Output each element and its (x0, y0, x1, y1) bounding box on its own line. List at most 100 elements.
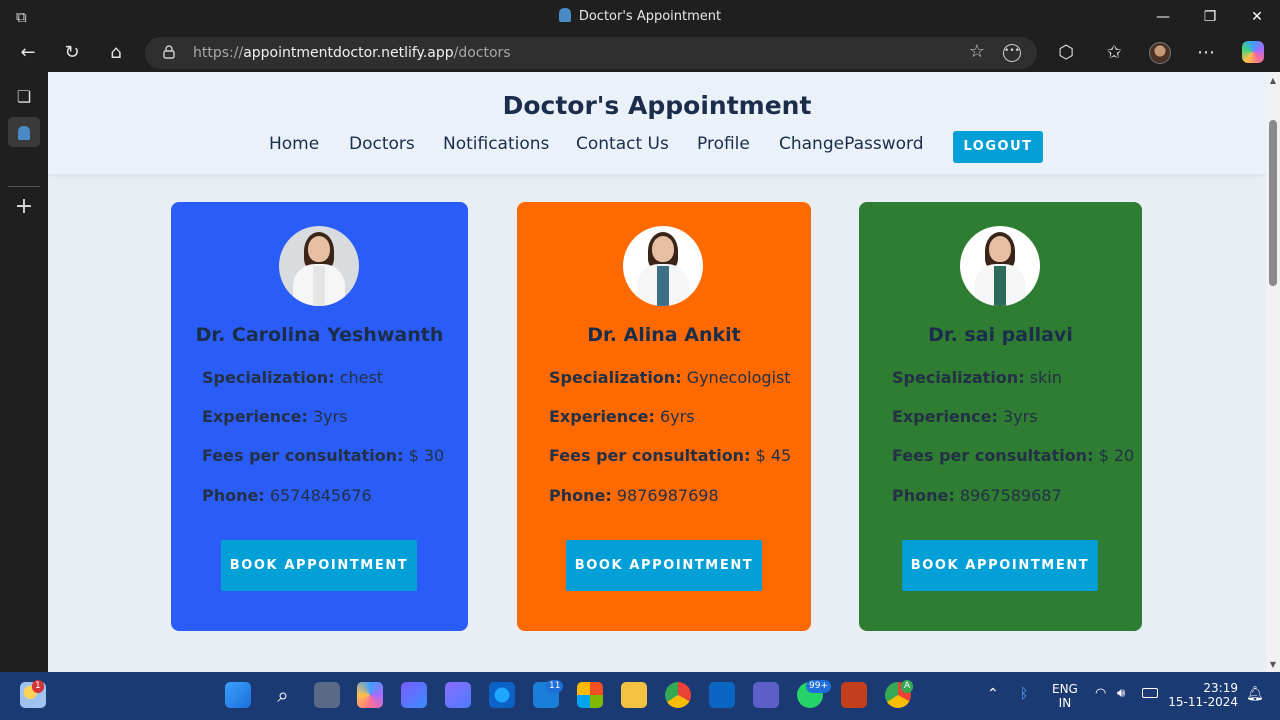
doctor-phone: Phone: 9876987698 (549, 486, 719, 505)
experience-value: 3yrs (1003, 407, 1038, 426)
nav-doctors[interactable]: Doctors (349, 134, 415, 154)
url-text[interactable]: https://appointmentdoctor.netlify.app/do… (193, 37, 511, 69)
back-arrow-icon[interactable]: ← (13, 38, 43, 68)
windows-taskbar: 1 ⌕ 11 99+ A ⌃ ᛒ ENG IN ◠ 🔊︎ 23:19 15-11-2… (0, 672, 1280, 720)
window-title: Doctor's Appointment (0, 0, 1280, 34)
phone-label: Phone: (892, 486, 955, 505)
extensions-icon[interactable]: ⬡ (1051, 38, 1081, 68)
favorites-icon[interactable]: ✩ (1099, 38, 1129, 68)
lock-icon[interactable] (163, 45, 175, 59)
tab-actions-icon[interactable]: ❏ (8, 82, 40, 112)
page-viewport: Doctor's Appointment Home Doctors Notifi… (48, 72, 1266, 672)
scroll-up-icon[interactable]: ▲ (1268, 76, 1278, 86)
nav-notifications[interactable]: Notifications (443, 134, 549, 154)
doctor-card: Dr. Carolina Yeshwanth Specialization: c… (171, 202, 468, 631)
nav-home[interactable]: Home (269, 134, 319, 154)
book-appointment-button[interactable]: BOOK APPOINTMENT (566, 540, 762, 591)
book-appointment-button[interactable]: BOOK APPOINTMENT (902, 540, 1098, 591)
edge-browser-icon[interactable] (489, 682, 515, 708)
settings-more-icon[interactable]: ⋯ (1191, 38, 1221, 68)
nav-contact-us[interactable]: Contact Us (576, 134, 669, 154)
doctor-card: Dr. Alina Ankit Specialization: Gynecolo… (517, 202, 811, 631)
store-icon[interactable] (577, 682, 603, 708)
page-scrollbar[interactable]: ▲ ▼ (1266, 72, 1280, 672)
home-icon[interactable]: ⌂ (101, 38, 131, 68)
favorite-star-icon[interactable]: ☆ (969, 41, 985, 62)
doctor-fees: Fees per consultation: $ 30 (202, 446, 444, 465)
clock-time: 23:19 (1203, 681, 1238, 695)
restore-icon[interactable]: ❐ (1187, 0, 1233, 34)
logout-button[interactable]: LOGOUT (953, 131, 1043, 163)
doctor-name: Dr. sai pallavi (928, 324, 1073, 346)
window-title-text: Doctor's Appointment (578, 9, 722, 24)
specialization-label: Specialization: (202, 368, 335, 387)
doctor-card: Dr. sai pallavi Specialization: skin Exp… (859, 202, 1142, 631)
doctor-name: Dr. Alina Ankit (587, 324, 741, 346)
notifications-bell-icon[interactable]: 🔔︎ (1246, 686, 1264, 702)
tray-chevron-icon[interactable]: ⌃ (987, 686, 999, 702)
new-tab-plus-icon[interactable]: + (8, 192, 40, 222)
language-code: ENG (1052, 682, 1078, 696)
scrollbar-thumb[interactable] (1269, 120, 1277, 286)
minimize-icon[interactable]: — (1140, 0, 1186, 34)
clock[interactable]: 23:19 15-11-2024 (1168, 681, 1238, 709)
doctor-specialization: Specialization: Gynecologist (549, 368, 791, 387)
page-actions-icon[interactable]: ••• (1003, 44, 1021, 62)
nav-profile[interactable]: Profile (697, 134, 750, 154)
app-icon-2[interactable] (445, 682, 471, 708)
active-tab-doctor-icon[interactable] (8, 117, 40, 147)
profile-avatar[interactable] (1149, 42, 1171, 64)
phone-label: Phone: (202, 486, 265, 505)
search-icon[interactable]: ⌕ (270, 682, 296, 708)
url-path: /doctors (453, 45, 511, 61)
doctor-photo (623, 226, 703, 306)
region-code: IN (1058, 696, 1072, 710)
doctor-phone: Phone: 8967589687 (892, 486, 1062, 505)
tab-favicon-icon (558, 7, 571, 22)
volume-icon[interactable]: 🔊︎ (1117, 686, 1125, 701)
site-title: Doctor's Appointment (502, 91, 812, 120)
refresh-icon[interactable]: ↻ (57, 38, 87, 68)
battery-icon[interactable] (1142, 688, 1158, 698)
chrome-icon[interactable] (665, 682, 691, 708)
browser-toolbar: ← ↻ ⌂ https://appointmentdoctor.netlify.… (0, 34, 1280, 72)
wifi-icon[interactable]: ◠ (1095, 686, 1106, 701)
app-icon-1[interactable] (401, 682, 427, 708)
browser-title-bar: ⧉ Doctor's Appointment — ❐ ✕ (0, 0, 1280, 34)
fees-value: $ 45 (755, 446, 792, 465)
address-bar[interactable]: https://appointmentdoctor.netlify.app/do… (145, 37, 1037, 69)
experience-value: 3yrs (313, 407, 348, 426)
phone-label: Phone: (549, 486, 612, 505)
tab-divider (8, 186, 40, 187)
doctor-experience: Experience: 6yrs (549, 407, 695, 426)
doctor-experience: Experience: 3yrs (892, 407, 1038, 426)
fees-value: $ 30 (408, 446, 445, 465)
close-icon[interactable]: ✕ (1234, 0, 1280, 34)
bluetooth-icon[interactable]: ᛒ (1020, 686, 1028, 702)
powerpoint-icon[interactable] (841, 682, 867, 708)
doctor-fees: Fees per consultation: $ 20 (892, 446, 1134, 465)
fees-value: $ 20 (1098, 446, 1135, 465)
file-explorer-icon[interactable] (621, 682, 647, 708)
language-indicator[interactable]: ENG IN (1052, 682, 1078, 710)
phone-value: 6574845676 (269, 486, 372, 505)
clock-date: 15-11-2024 (1168, 695, 1238, 709)
linkedin-icon[interactable] (709, 682, 735, 708)
phone-value: 9876987698 (616, 486, 719, 505)
start-windows-icon[interactable] (225, 682, 251, 708)
nav-change-password[interactable]: ChangePassword (779, 134, 924, 154)
book-appointment-button[interactable]: BOOK APPOINTMENT (221, 540, 417, 591)
copilot-taskbar-icon[interactable] (357, 682, 383, 708)
doctor-specialization: Specialization: chest (202, 368, 383, 387)
teams-icon[interactable] (753, 682, 779, 708)
url-host: appointmentdoctor.netlify.app (243, 45, 454, 61)
copilot-icon[interactable] (1242, 41, 1264, 63)
doctor-experience: Experience: 3yrs (202, 407, 348, 426)
task-view-icon[interactable] (314, 682, 340, 708)
experience-label: Experience: (549, 407, 655, 426)
weather-badge: 1 (32, 680, 44, 693)
experience-label: Experience: (892, 407, 998, 426)
specialization-value: chest (339, 368, 384, 387)
scroll-down-icon[interactable]: ▼ (1268, 660, 1278, 670)
specialization-label: Specialization: (549, 368, 682, 387)
